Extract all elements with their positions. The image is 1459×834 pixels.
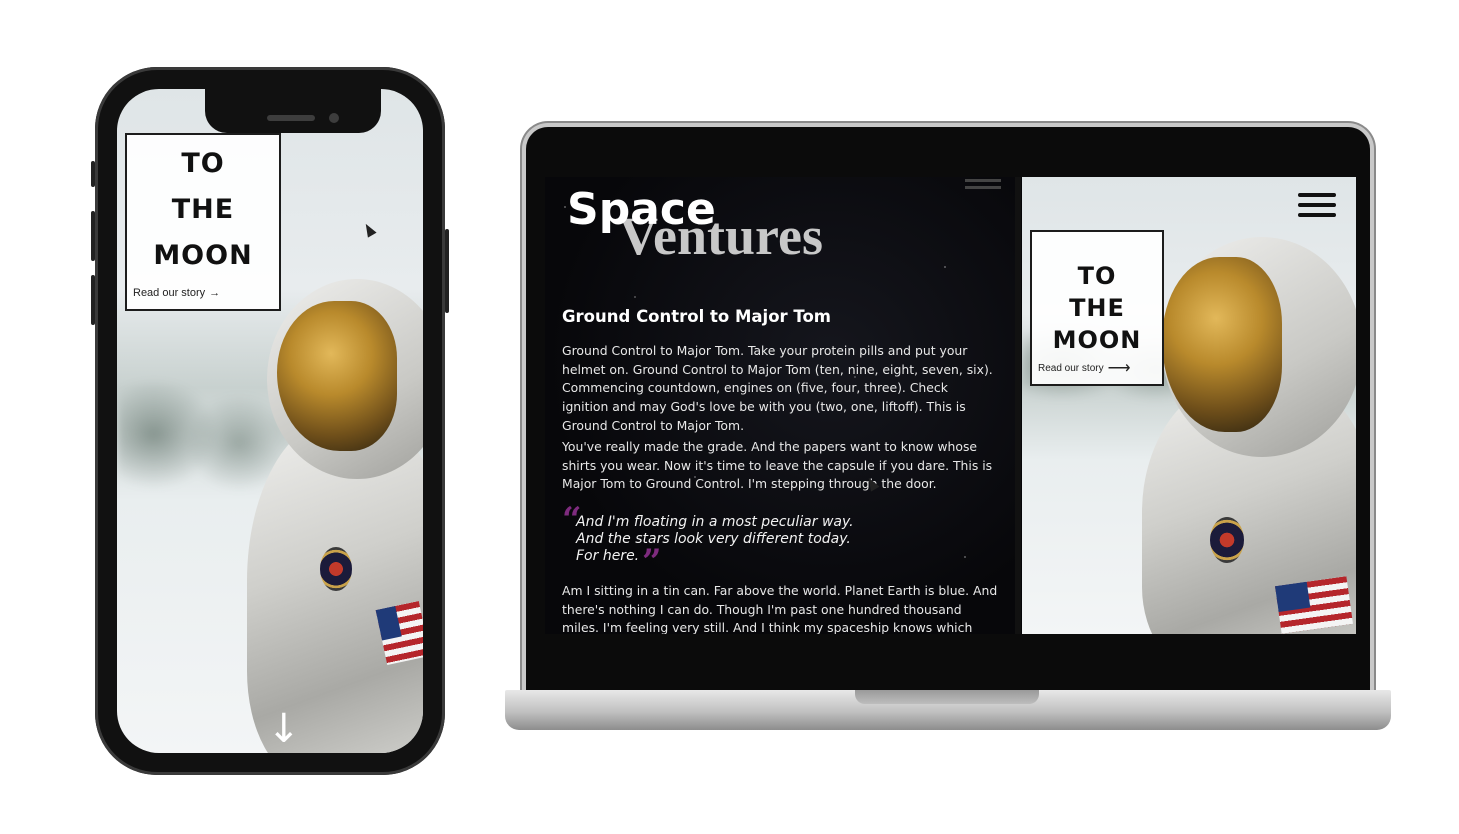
phone-speaker: [267, 115, 315, 121]
laptop-screen: Ventures Space Ground Control to Major T…: [545, 177, 1356, 634]
arrow-down-icon[interactable]: ↓: [267, 709, 301, 749]
phone-screen: TO THE MOON Read our story → ↓: [117, 89, 423, 753]
arrow-right-icon: ⟶: [1107, 360, 1131, 377]
logo-word-space[interactable]: Space: [567, 185, 716, 235]
hero-title-line: MOON: [1052, 326, 1142, 354]
space-ventures-page: Ventures Space Ground Control to Major T…: [545, 177, 1021, 634]
quote-line: For here.: [576, 548, 640, 564]
phone-power-button: [445, 229, 449, 313]
read-our-story-link[interactable]: Read our story →: [133, 287, 220, 299]
phone-notch: [205, 89, 381, 133]
article-paragraph: Am I sitting in a tin can. Far above the…: [562, 583, 998, 634]
hero-title-line: TO: [181, 148, 225, 179]
article-heading: Ground Control to Major Tom: [562, 307, 832, 326]
hamburger-menu-icon[interactable]: [965, 179, 1001, 193]
hamburger-menu-icon[interactable]: [1298, 193, 1336, 223]
astronaut-visor: [1162, 257, 1282, 432]
quote-line: And I'm floating in a most peculiar way.: [576, 514, 854, 530]
article-paragraph: Ground Control to Major Tom. Take your p…: [562, 343, 993, 433]
phone-mockup: TO THE MOON Read our story → ↓: [91, 67, 449, 775]
hero-title-line: THE: [171, 194, 235, 225]
hero-title: TO THE MOON: [127, 141, 279, 279]
arrow-right-icon: →: [209, 287, 221, 299]
phone-mute-switch: [91, 161, 95, 187]
hero-title-line: MOON: [153, 240, 253, 271]
quote-line: And the stars look very different today.: [576, 531, 851, 547]
close-quote-icon: ”: [642, 542, 662, 582]
to-the-moon-page: TO THE MOON Read our story ⟶: [1022, 177, 1356, 634]
read-our-story-link[interactable]: Read our story ⟶: [1038, 358, 1131, 378]
mission-patch: [320, 547, 352, 591]
phone-volume-down-button: [91, 275, 95, 325]
laptop-trackpad-notch: [855, 690, 1039, 704]
phone-camera: [329, 113, 339, 123]
article-paragraph: You've really made the grade. And the pa…: [562, 439, 993, 492]
phone-volume-up-button: [91, 211, 95, 261]
mission-patch: [1210, 517, 1244, 563]
article-blockquote: And I'm floating in a most peculiar way.…: [576, 514, 956, 565]
read-our-story-label: Read our story: [133, 287, 206, 299]
hero-card: TO THE MOON Read our story →: [125, 133, 281, 311]
astronaut-visor: [277, 301, 397, 451]
hero-title-line: TO: [1077, 262, 1117, 290]
us-flag-patch: [1275, 576, 1353, 634]
read-our-story-label: Read our story: [1038, 362, 1104, 374]
hero-title: TO THE MOON: [1032, 260, 1162, 356]
hero-title-line: THE: [1069, 294, 1125, 322]
pane-divider: [1015, 177, 1021, 634]
hero-card: TO THE MOON Read our story ⟶: [1030, 230, 1164, 386]
